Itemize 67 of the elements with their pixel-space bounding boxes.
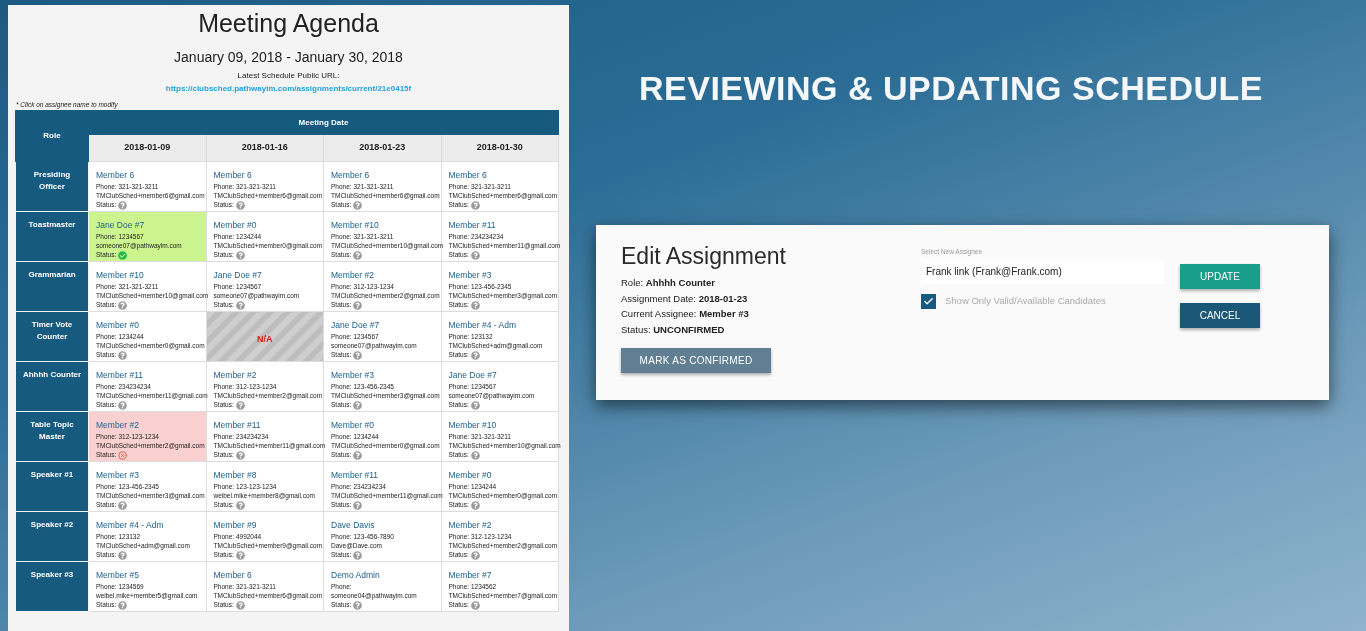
assignee-link[interactable]: Jane Doe #7: [96, 219, 145, 231]
assignee-link[interactable]: Member #3: [96, 469, 139, 481]
assignment-detail: Assignment Date: 2018-01-23: [621, 291, 749, 306]
role-cell: Toastmaster: [15, 211, 89, 262]
agenda-title: Meeting Agenda: [198, 8, 379, 38]
assignee-link[interactable]: Member #5: [96, 569, 139, 581]
assignee-link[interactable]: Member #0: [331, 419, 374, 431]
filter-checkbox[interactable]: [921, 294, 936, 309]
assignee-link[interactable]: Jane Doe #7: [213, 269, 262, 281]
date-header: 2018-01-16: [206, 134, 324, 162]
assignee-link[interactable]: Member #11: [448, 219, 496, 231]
role-cell: Speaker #1: [15, 461, 89, 512]
assignee-link[interactable]: Member #11: [331, 469, 379, 481]
assignee-link[interactable]: Member #2: [331, 269, 374, 281]
assignee-link[interactable]: Dave Davis: [331, 519, 375, 531]
meeting-date-header: Meeting Date: [88, 110, 559, 135]
mark-confirmed-button[interactable]: MARK AS CONFIRMED: [621, 348, 771, 373]
assignee-link[interactable]: Member 6: [331, 169, 370, 181]
assignee-link[interactable]: Member #10: [96, 269, 144, 281]
unavailable-label: N/A: [257, 333, 273, 344]
assignee-field[interactable]: Frank link (Frank@Frank.com): [921, 259, 1164, 284]
checkmark-icon: [923, 296, 934, 307]
assignee-link[interactable]: Member #0: [213, 219, 257, 231]
headline: REVIEWING & UPDATING SCHEDULE: [639, 68, 1264, 108]
assignee-link[interactable]: Jane Doe #7: [331, 319, 380, 331]
role-cell: Table Topic Master: [15, 411, 89, 462]
assignee-link[interactable]: Member 6: [213, 169, 252, 181]
assignee-link[interactable]: Member #8: [213, 469, 257, 481]
assignment-detail: Current Assignee: Member #3: [621, 307, 750, 321]
assignee-link[interactable]: Member #2: [448, 519, 492, 531]
assignee-link[interactable]: Member #2: [96, 419, 139, 431]
role-header: Role: [15, 110, 89, 162]
date-header: 2018-01-30: [441, 134, 559, 162]
assignee-link[interactable]: Member #4 - Adm: [96, 519, 164, 531]
date-range: January 09, 2018 - January 30, 2018: [174, 48, 403, 66]
role-cell: Ahhhh Counter: [15, 361, 89, 412]
assignee-link[interactable]: Member #3: [448, 269, 492, 281]
date-header: 2018-01-09: [88, 134, 206, 162]
assignment-detail: Status: UNCONFIRMED: [621, 322, 726, 337]
role-cell: Speaker #3: [15, 561, 89, 612]
role-cell: Grammarian: [15, 261, 89, 312]
assignee-link[interactable]: Member #0: [96, 319, 139, 331]
assignment-detail: Role: Ahhhh Counter: [621, 276, 716, 290]
assignee-link[interactable]: Member #9: [213, 519, 257, 531]
dialog-title: Edit Assignment: [621, 242, 787, 270]
assignee-link[interactable]: Member 6: [448, 169, 487, 181]
assignee-link[interactable]: Member #4 - Adm: [448, 319, 517, 331]
assignee-link[interactable]: Demo Admin: [331, 569, 380, 581]
assignee-link[interactable]: Member #11: [96, 369, 144, 381]
assignee-link[interactable]: Member #10: [448, 419, 497, 431]
assignee-link[interactable]: Member 6: [213, 569, 252, 581]
filter-checkbox-label: Show Only Valid/Available Candidates: [945, 294, 1106, 309]
assignee-link[interactable]: Member #0: [448, 469, 492, 481]
role-cell: Presiding Officer: [15, 161, 89, 212]
assignee-link[interactable]: Member 6: [96, 169, 135, 181]
x-circle-icon: [118, 450, 128, 460]
assignee-link[interactable]: Member #10: [331, 219, 379, 231]
role-cell: Timer Vote Counter: [15, 311, 89, 362]
url-label: Latest Schedule Public URL:: [237, 70, 340, 81]
assignee-link[interactable]: Member #2: [213, 369, 257, 381]
assignee-link[interactable]: Member #7: [448, 569, 492, 581]
date-header: 2018-01-23: [323, 134, 441, 162]
cancel-button[interactable]: CANCEL: [1180, 303, 1260, 328]
assignee-link[interactable]: Member #3: [331, 369, 374, 381]
assignee-link[interactable]: Member #11: [213, 419, 261, 431]
role-cell: Speaker #2: [15, 511, 89, 562]
assignee-link[interactable]: Jane Doe #7: [448, 369, 497, 381]
